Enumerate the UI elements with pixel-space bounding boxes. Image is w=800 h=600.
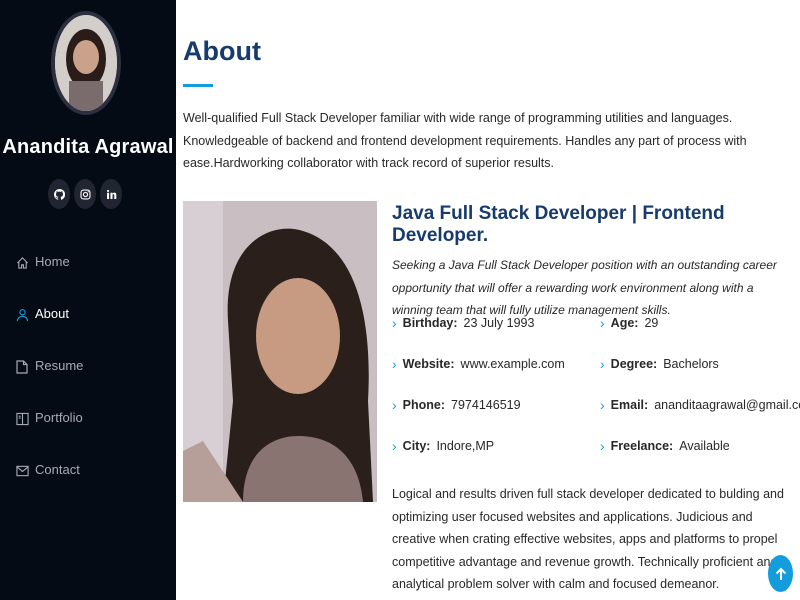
about-content: Java Full Stack Developer | Frontend Dev… (392, 201, 800, 591)
social-links (48, 179, 122, 209)
tagline: Seeking a Java Full Stack Developer posi… (392, 258, 777, 317)
role-heading: Java Full Stack Developer | Frontend Dev… (392, 203, 725, 246)
detail-value: www.example.com (460, 357, 565, 371)
detail-freelance: › Freelance: Available (600, 438, 730, 454)
detail-phone: › Phone: 7974146519 (392, 397, 521, 413)
user-icon (15, 306, 29, 324)
section-title: About (183, 36, 261, 66)
chevron-right-icon: › (392, 315, 397, 331)
nav-item-resume[interactable]: Resume (0, 349, 176, 401)
detail-label: Website: (402, 357, 455, 371)
back-to-top-button[interactable] (768, 555, 793, 592)
detail-label: Phone: (402, 398, 446, 412)
chevron-right-icon: › (392, 356, 397, 372)
chevron-right-icon: › (392, 438, 397, 454)
chevron-right-icon: › (392, 397, 397, 413)
file-icon (15, 358, 29, 376)
detail-degree: › Degree: Bachelors (600, 356, 719, 372)
detail-label: Degree: (610, 357, 658, 371)
detail-label: Birthday: (402, 316, 458, 330)
detail-city: › City: Indore,MP (392, 438, 494, 454)
nav-item-home[interactable]: Home (0, 245, 176, 297)
chevron-right-icon: › (600, 315, 605, 331)
detail-value: 23 July 1993 (463, 316, 535, 330)
sidebar: Anandita Agrawal Home About Resume Portf… (0, 0, 176, 600)
summary-text: Logical and results driven full stack de… (392, 487, 784, 591)
nav-item-contact[interactable]: Contact (0, 453, 176, 505)
nav-item-about[interactable]: About (0, 297, 176, 349)
nav-label: Portfolio (35, 410, 83, 425)
instagram-icon[interactable] (74, 179, 96, 209)
title-underline (183, 84, 213, 87)
detail-age: › Age: 29 (600, 315, 658, 331)
detail-value: ananditaagrawal@gmail.com (654, 398, 800, 412)
detail-label: City: (402, 439, 431, 453)
nav-label: Resume (35, 358, 84, 373)
linkedin-icon[interactable] (100, 179, 122, 209)
detail-birthday: › Birthday: 23 July 1993 (392, 315, 534, 331)
detail-label: Age: (610, 316, 639, 330)
detail-value: 7974146519 (451, 398, 521, 412)
avatar (51, 11, 121, 115)
profile-name: Anandita Agrawal (2, 136, 174, 158)
detail-value: Bachelors (663, 357, 719, 371)
chevron-right-icon: › (600, 438, 605, 454)
profile-photo (183, 201, 377, 502)
nav-label: Home (35, 254, 70, 269)
detail-label: Freelance: (610, 439, 674, 453)
nav-item-portfolio[interactable]: Portfolio (0, 401, 176, 453)
detail-value: Available (679, 439, 730, 453)
detail-value: 29 (644, 316, 659, 330)
detail-email: › Email: ananditaagrawal@gmail.com (600, 397, 800, 413)
arrow-up-icon (775, 567, 786, 580)
main-nav: Home About Resume Portfolio Contact (0, 245, 176, 505)
github-icon[interactable] (48, 179, 70, 209)
chevron-right-icon: › (600, 397, 605, 413)
nav-label: About (35, 306, 69, 321)
chevron-right-icon: › (600, 356, 605, 372)
detail-label: Email: (610, 398, 649, 412)
envelope-icon (15, 462, 29, 480)
home-icon (15, 254, 29, 272)
intro-text: Well-qualified Full Stack Developer fami… (183, 111, 747, 170)
detail-value: Indore,MP (436, 439, 495, 453)
nav-label: Contact (35, 462, 80, 477)
book-icon (15, 410, 29, 428)
detail-website: › Website: www.example.com (392, 356, 565, 372)
